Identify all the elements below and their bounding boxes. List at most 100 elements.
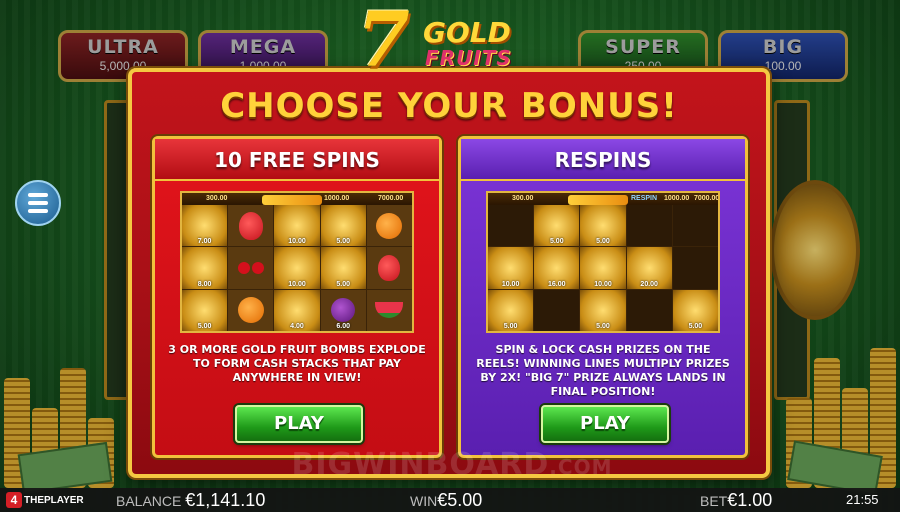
hamburger-menu-icon — [28, 193, 48, 197]
gold-bar-icon: 5.00 — [182, 289, 228, 331]
respin-tag: RESPIN — [631, 195, 658, 202]
bet-value: €1.00 — [727, 490, 773, 510]
watermark-main: BIGWINBOARD — [291, 447, 550, 482]
empty-cell — [672, 205, 718, 247]
cell-prize: 5.00 — [336, 280, 350, 288]
preview-value: 1000.00 — [324, 195, 350, 202]
watermark: BIGWINBOARD.COM — [252, 447, 652, 482]
cell-prize: 5.00 — [503, 322, 518, 330]
balance-display: BALANCE €1,141.10 — [116, 490, 265, 511]
cell-prize: 10.00 — [288, 280, 306, 288]
strawberry-shape — [238, 211, 263, 240]
cherry-icon: 20.00 — [626, 247, 672, 289]
cell-prize: 8.00 — [197, 280, 212, 288]
orange-icon — [228, 289, 274, 331]
cherry-icon: 10.00 — [580, 247, 626, 289]
win-value: €5.00 — [437, 490, 483, 510]
watermelon-shape — [375, 302, 404, 319]
preview-value: 300.00 — [206, 195, 228, 202]
strawberry-icon — [366, 247, 412, 289]
cherry-shape — [251, 261, 264, 274]
gold-bar-icon: 10.00 — [274, 247, 320, 289]
cell-prize: 5.00 — [688, 322, 703, 330]
strawberry-icon — [228, 205, 274, 247]
watermark-suffix: .COM — [549, 455, 613, 479]
cell-prize: 5.00 — [596, 322, 610, 330]
menu-button[interactable] — [15, 180, 61, 226]
grapes-icon: 5.00 — [580, 205, 626, 247]
win-label: WIN — [410, 493, 438, 509]
provider-badge: 4 — [6, 492, 22, 508]
cell-prize: 10.00 — [288, 238, 306, 246]
free-spins-heading: 10 FREE SPINS — [155, 139, 439, 181]
cell-prize: 7.00 — [197, 238, 212, 246]
free-spins-description: 3 OR MORE GOLD FRUIT BOMBS EXPLODE TO FO… — [168, 343, 426, 384]
empty-cell — [534, 289, 580, 331]
free-spins-reel-grid: 7.00 10.00 5.00 8.00 10.00 5.00 5.00 4.0… — [182, 205, 412, 331]
free-spins-preview: 300.00 1000.00 7000.00 7.00 10.00 5.00 8… — [180, 191, 414, 333]
logo-gold: GOLD — [423, 16, 511, 49]
preview-jackpot-bar: 300.00 RESPIN 1000.00 7000.00 — [488, 193, 718, 205]
cell-prize: 20.00 — [640, 280, 658, 288]
orange-shape — [237, 297, 264, 324]
cell-prize: 6.00 — [336, 322, 350, 330]
respins-heading: RESPINS — [461, 139, 745, 181]
gold-bar-icon: 8.00 — [182, 247, 228, 289]
empty-cell — [488, 205, 534, 247]
respins-reel-grid: 5.00 5.00 10.00 16.00 10.00 20.00 5.00 5… — [488, 205, 718, 331]
preview-logo — [568, 195, 628, 205]
preview-value: 7000.00 — [694, 195, 720, 202]
provider-name: THEPLAYER — [24, 494, 84, 506]
logo-fruits: FRUITS — [425, 46, 512, 70]
respins-card: RESPINS 300.00 RESPIN 1000.00 7000.00 5.… — [458, 136, 748, 458]
gold-bar-icon: 10.00 — [274, 205, 320, 247]
strawberry-shape — [378, 254, 401, 281]
bet-display: BET€1.00 — [700, 490, 772, 511]
respins-description: SPIN & LOCK CASH PRIZES ON THE REELS! WI… — [476, 343, 730, 398]
cherry-icon — [228, 247, 274, 289]
cherry-icon: 16.00 — [534, 247, 580, 289]
hamburger-menu-icon-bar — [28, 201, 48, 205]
gold-bar-icon: 5.00 — [320, 205, 366, 247]
free-spins-play-button[interactable]: PLAY — [235, 405, 363, 443]
watermelon-icon — [366, 289, 412, 331]
cell-prize: 10.00 — [594, 280, 612, 288]
grapes-icon: 5.00 — [488, 289, 534, 331]
free-spins-card: 10 FREE SPINS 300.00 1000.00 7000.00 7.0… — [152, 136, 442, 458]
gold-bar-icon: 7.00 — [182, 205, 228, 247]
respins-play-button[interactable]: PLAY — [541, 405, 669, 443]
cell-prize: 5.00 — [197, 322, 212, 330]
strawberry-icon: 5.00 — [534, 205, 580, 247]
plum-icon: 6.00 — [320, 289, 366, 331]
bonus-selection-dialog: CHOOSE YOUR BONUS! 10 FREE SPINS 300.00 … — [128, 68, 770, 478]
strawberry-icon: 5.00 — [580, 289, 626, 331]
empty-cell — [626, 289, 672, 331]
cell-prize: 10.00 — [501, 280, 520, 288]
cherry-shape — [237, 261, 250, 274]
preview-value: 300.00 — [512, 195, 534, 202]
preview-jackpot-bar: 300.00 1000.00 7000.00 — [182, 193, 412, 205]
gold-bar-icon: 5.00 — [320, 247, 366, 289]
cell-prize: 5.00 — [549, 238, 564, 246]
cell-prize: 4.00 — [290, 322, 304, 330]
balance-value: €1,141.10 — [185, 490, 266, 510]
status-bar: 4 THEPLAYER BALANCE €1,141.10 WIN€5.00 B… — [0, 488, 900, 512]
orange-shape — [376, 212, 403, 239]
win-display: WIN€5.00 — [410, 490, 482, 511]
hamburger-menu-icon-bar — [28, 209, 48, 213]
bet-label: BET — [700, 493, 728, 509]
preview-value: 7000.00 — [378, 195, 404, 202]
respins-preview: 300.00 RESPIN 1000.00 7000.00 5.00 5.00 … — [486, 191, 720, 333]
cell-prize: 16.00 — [548, 280, 566, 288]
cherry-icon: 5.00 — [672, 289, 718, 331]
provider-logo: 4 THEPLAYER — [6, 491, 84, 509]
gold-bar-icon: 4.00 — [274, 289, 320, 331]
empty-cell — [672, 247, 718, 289]
cell-prize: 5.00 — [596, 238, 610, 246]
preview-logo — [262, 195, 322, 205]
game-logo: 7 GOLD FRUITS — [355, 2, 545, 80]
cherry-icon: 10.00 — [488, 247, 534, 289]
clock: 21:55 — [846, 492, 879, 507]
orange-icon — [366, 205, 412, 247]
preview-value: 1000.00 — [664, 195, 690, 202]
